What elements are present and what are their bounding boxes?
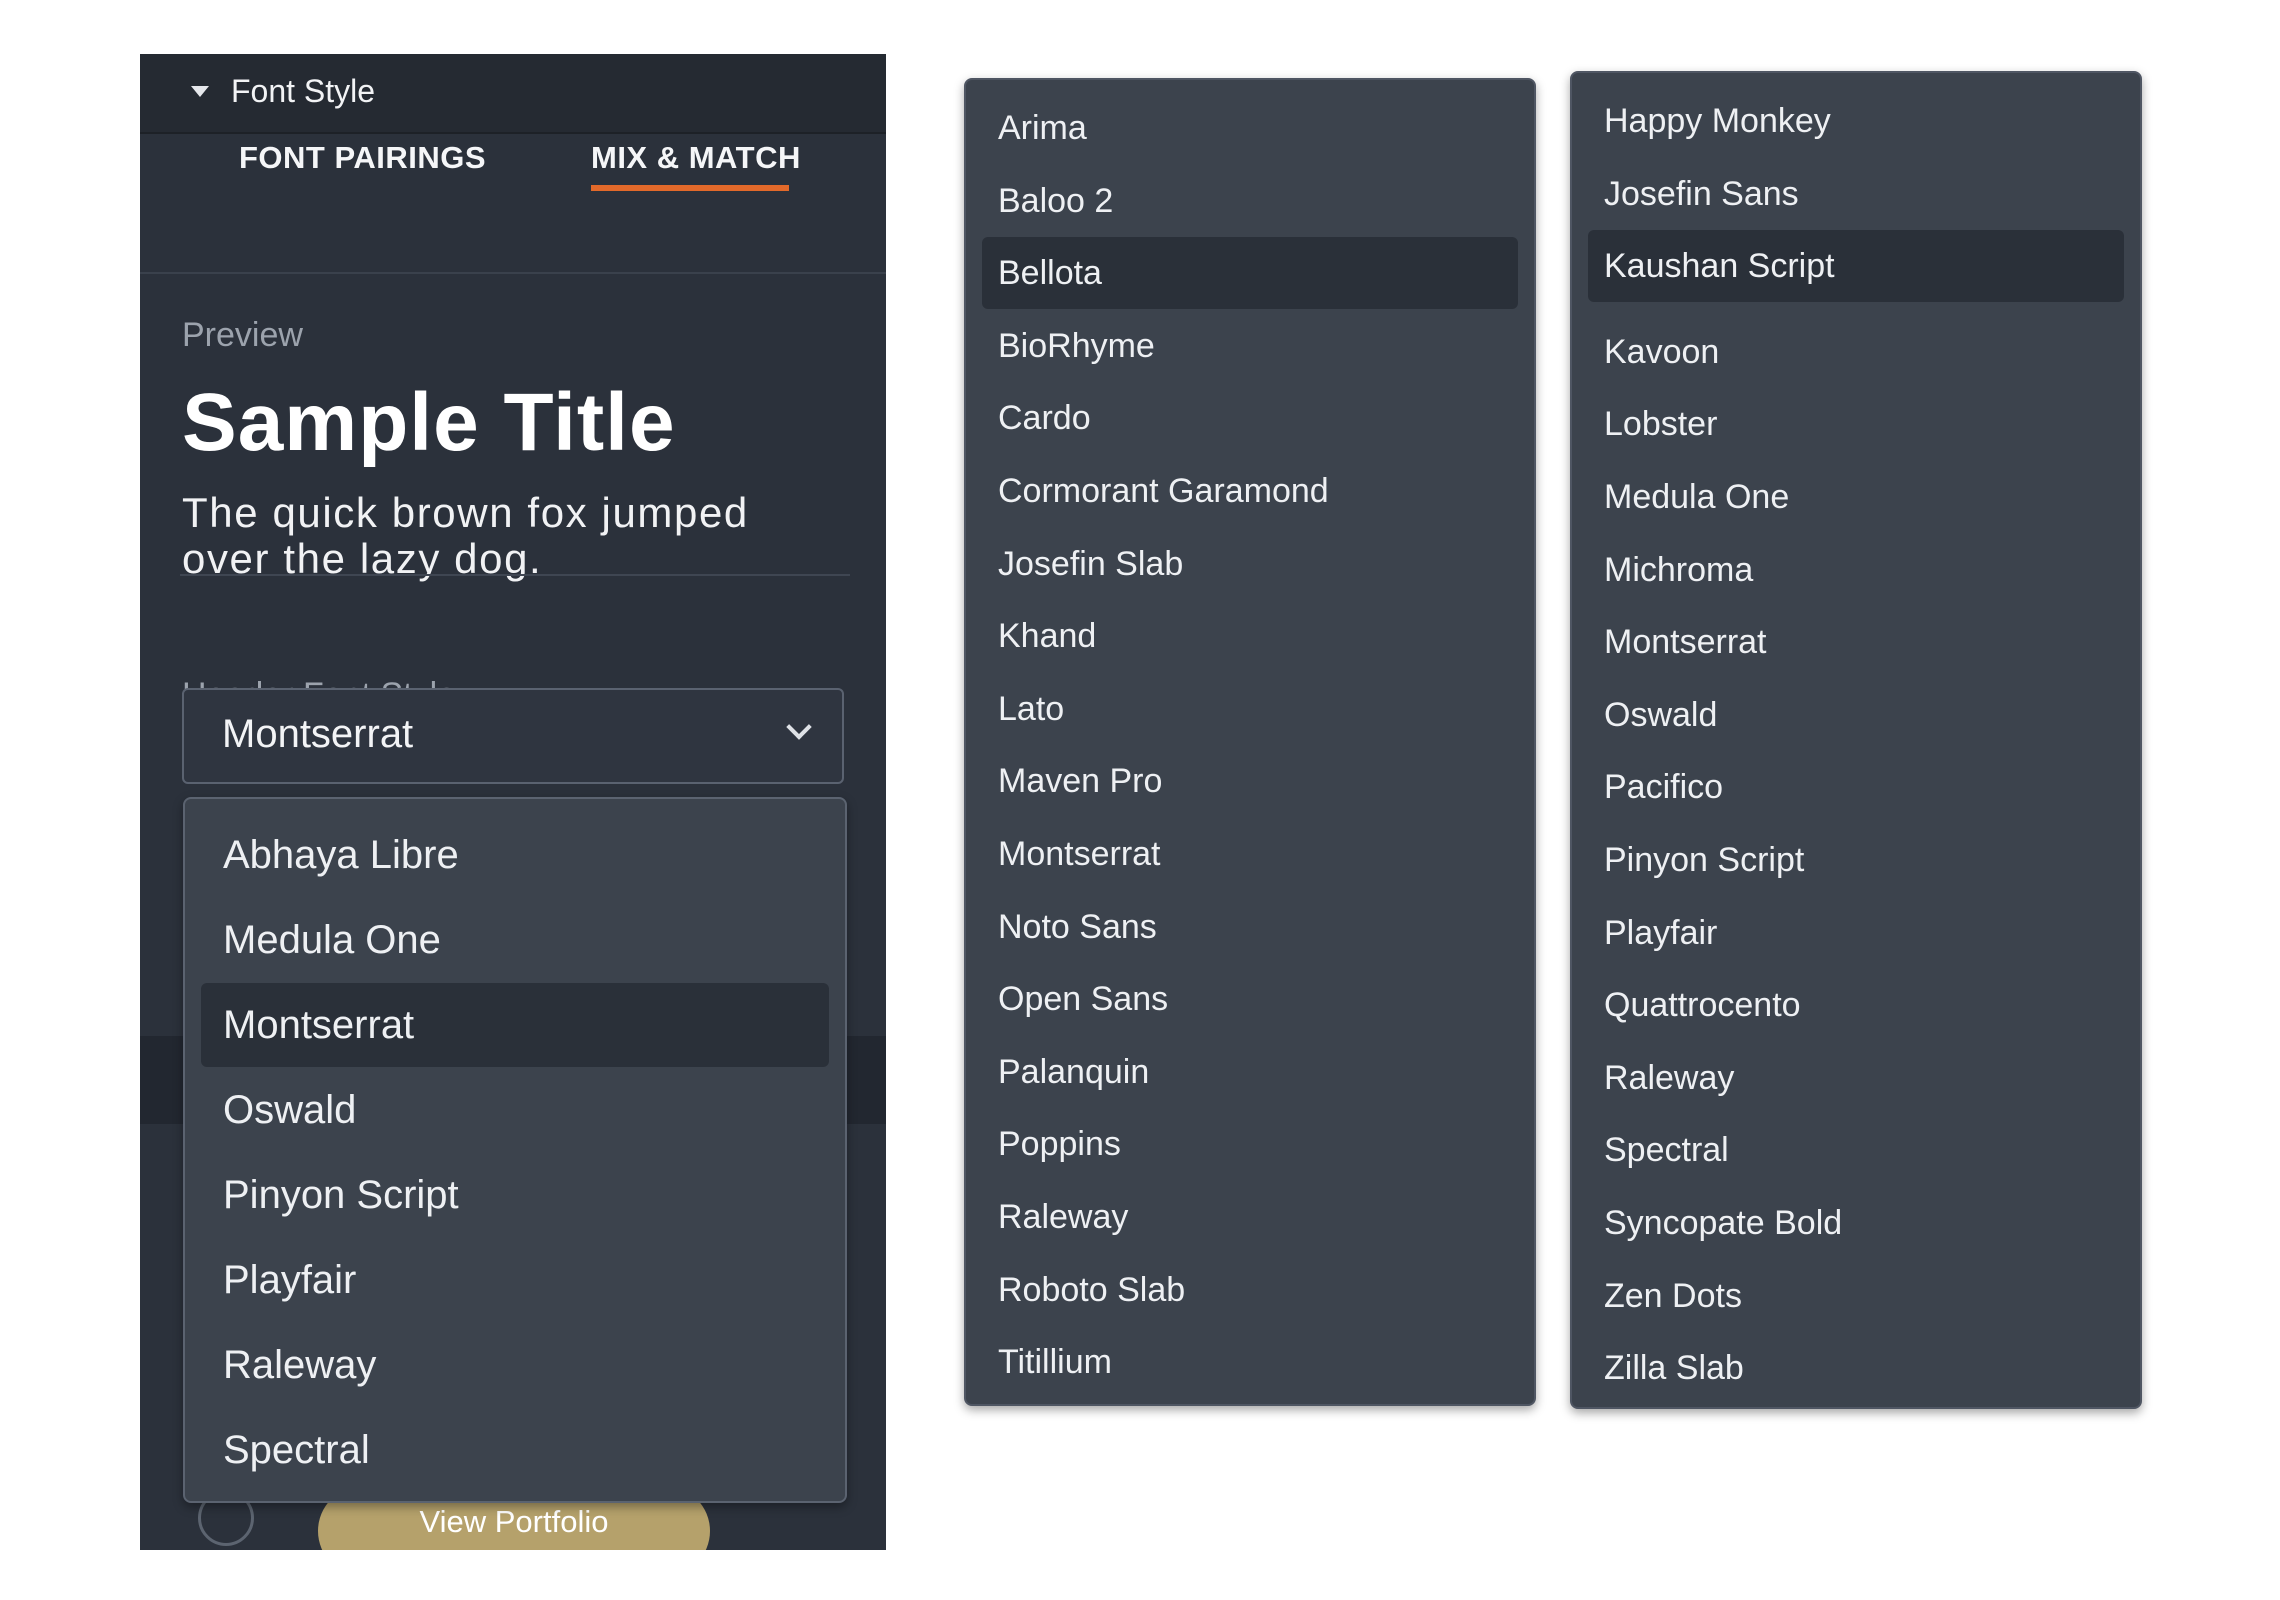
dropdown-option[interactable]: Abhaya Libre [201,813,829,897]
dropdown-option[interactable]: Open Sans [982,963,1518,1035]
dropdown-option[interactable]: Michroma [1588,534,2124,606]
dropdown-option[interactable]: Medula One [1588,461,2124,533]
dropdown-option[interactable]: Maven Pro [982,745,1518,817]
dropdown-option[interactable]: Playfair [1588,897,2124,969]
dropdown-option[interactable]: Roboto Slab [982,1254,1518,1326]
panel-title: Font Style [231,73,376,109]
dropdown-option[interactable]: Raleway [201,1323,829,1407]
dropdown-option[interactable]: Kaushan Script [1588,230,2124,303]
tab-font-pairings[interactable]: FONT PAIRINGS [239,134,486,182]
font-list-h-to-z: Happy Monkey Josefin Sans Kaushan Script Ka… [1570,71,2142,1409]
dropdown-option[interactable]: Baloo 2 [982,165,1518,237]
dropdown-option[interactable]: Raleway [982,1181,1518,1253]
dropdown-option[interactable]: Zen Dots [1588,1260,2124,1332]
sample-body-text: The quick brown fox jumped over the lazy… [182,489,749,582]
dropdown-option[interactable]: Spectral [1588,1114,2124,1186]
dropdown-option[interactable]: Pinyon Script [1588,824,2124,896]
dropdown-option[interactable]: Happy Monkey [1588,85,2124,157]
dropdown-option[interactable]: Arima [982,92,1518,164]
dropdown-option[interactable]: Oswald [1588,679,2124,751]
dropdown-option[interactable]: Spectral [201,1408,829,1492]
caret-down-icon[interactable] [191,86,209,97]
dropdown-option[interactable]: Syncopate Bold [1588,1187,2124,1259]
dropdown-option[interactable]: Pinyon Script [201,1153,829,1237]
header-font-select[interactable]: Montserrat [182,688,844,784]
dropdown-option[interactable]: Kavoon [1588,316,2124,388]
select-value: Montserrat [222,712,414,756]
chevron-down-icon[interactable] [786,714,812,740]
panel-header[interactable]: Font Style [140,54,886,134]
dropdown-option[interactable]: Pacifico [1588,751,2124,823]
font-list-a-to-t: Arima Baloo 2 Bellota BioRhyme Cardo Cormoran… [964,78,1536,1406]
dropdown-option[interactable]: Montserrat [982,818,1518,890]
dropdown-option[interactable]: Titillium [982,1326,1518,1398]
dropdown-option[interactable]: Bellota [982,237,1518,310]
dropdown-option[interactable]: Josefin Slab [982,528,1518,600]
dropdown-option[interactable]: Noto Sans [982,891,1518,963]
dropdown-option[interactable]: Oswald [201,1068,829,1152]
dropdown-option[interactable]: Cormorant Garamond [982,455,1518,527]
preview-label: Preview [182,316,303,354]
dropdown-option[interactable]: Palanquin [982,1036,1518,1108]
dropdown-option[interactable]: Josefin Sans [1588,158,2124,230]
dropdown-option[interactable]: Poppins [982,1108,1518,1180]
sample-title: Sample Title [182,377,676,468]
dropdown-option[interactable]: Khand [982,600,1518,672]
dropdown-option[interactable]: Montserrat [201,983,829,1067]
dropdown-option[interactable]: Quattrocento [1588,969,2124,1041]
dropdown-option[interactable]: BioRhyme [982,310,1518,382]
dropdown-option[interactable]: Montserrat [1588,606,2124,678]
tab-mix-and-match[interactable]: MIX & MATCH [591,134,801,182]
active-tab-indicator [591,185,789,191]
dropdown-option[interactable]: Medula One [201,898,829,982]
dropdown-option[interactable]: Raleway [1588,1042,2124,1114]
dropdown-option[interactable]: Lobster [1588,388,2124,460]
dropdown-option[interactable]: Lato [982,673,1518,745]
header-font-dropdown: Abhaya Libre Medula One Montserrat Oswald Pi… [183,797,847,1503]
dropdown-option[interactable]: Zilla Slab [1588,1332,2124,1404]
divider [180,574,850,576]
dropdown-option[interactable]: Cardo [982,382,1518,454]
dropdown-option[interactable]: Playfair [201,1238,829,1322]
